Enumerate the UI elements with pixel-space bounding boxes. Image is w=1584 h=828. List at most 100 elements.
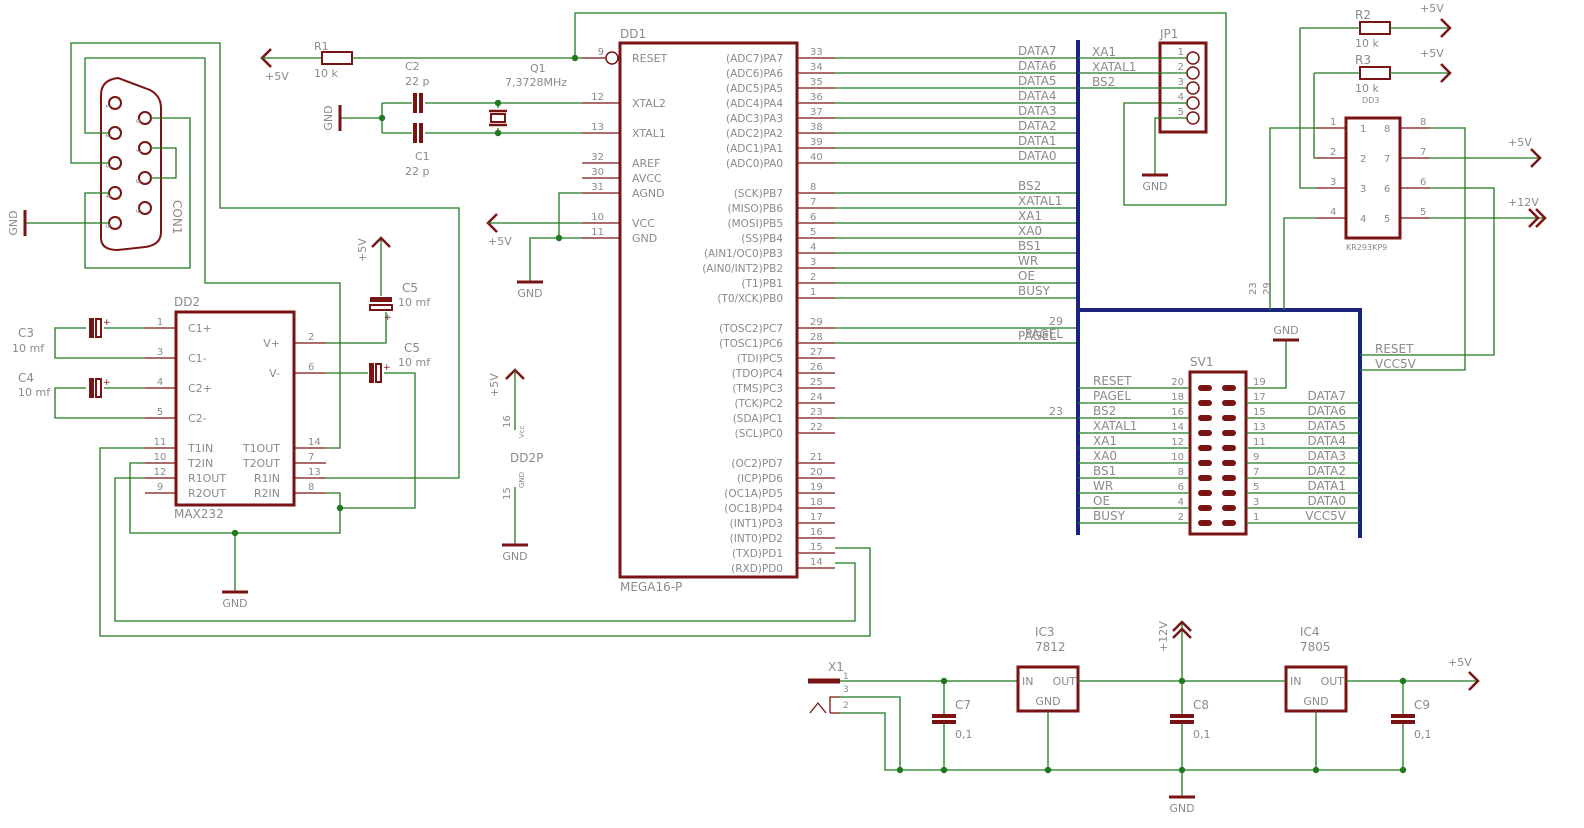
net-label: DATA7 — [1307, 389, 1346, 403]
net-label: BS2 — [1092, 75, 1115, 89]
pin-number: 23 — [810, 407, 823, 418]
pin-number: 2 — [810, 272, 816, 283]
pin-name: (TDO)PC4 — [732, 368, 784, 380]
pin-number: 3 — [810, 257, 816, 268]
pin-number: 2 — [308, 332, 314, 343]
pin-number: 1 — [104, 104, 112, 108]
pin-name: (ADC6)PA6 — [726, 68, 783, 80]
pin-name: (INT0)PD2 — [730, 533, 783, 545]
net-label: XA1 — [1092, 45, 1116, 59]
net-label: RESET — [1093, 374, 1132, 388]
wire — [1283, 217, 1316, 310]
resistor-symbol — [1359, 66, 1391, 80]
r2-value-label: 10 k — [1355, 37, 1379, 50]
pin-number: 11 — [154, 437, 167, 448]
crystal-icon — [490, 113, 506, 123]
dd2-value-label: MAX232 — [174, 507, 224, 521]
supply-label: +5V — [488, 235, 512, 248]
junction-dot — [896, 766, 904, 774]
pin-number: 12 — [1171, 437, 1184, 448]
pin-number: 38 — [810, 122, 823, 133]
net-label: XA1 — [1018, 209, 1042, 223]
ground-label: GND — [1142, 180, 1167, 193]
pin-number: 5 — [1384, 214, 1390, 225]
pin-number: 40 — [810, 152, 823, 163]
capacitor-plate — [370, 297, 392, 302]
pin-name: C1+ — [188, 322, 212, 335]
pin-number: 18 — [1171, 392, 1184, 403]
pin-number: 32 — [591, 152, 604, 163]
pin-number: 6 — [1178, 482, 1184, 493]
net-label: WR — [1093, 479, 1113, 493]
pin-name: (ADC0)PA0 — [726, 158, 783, 170]
c4-value-label: 10 mf — [18, 386, 51, 399]
pin-number: 10 — [591, 212, 604, 223]
q1-ref-label: Q1 — [530, 62, 546, 75]
net-label: 29 — [1262, 282, 1273, 295]
pin-name: Vcc — [518, 425, 526, 438]
net-label: DATA4 — [1307, 434, 1346, 448]
polarity-plus-icon: + — [103, 318, 111, 328]
net-label: DATA5 — [1307, 419, 1346, 433]
pin-name: (ADC1)PA1 — [726, 143, 783, 155]
pin-name: T1IN — [187, 442, 213, 455]
pin-number: 10 — [1171, 452, 1184, 463]
supply-label: +12V — [1508, 196, 1539, 209]
pin-number: 8 — [810, 182, 816, 193]
header-pad-icon — [1198, 385, 1212, 391]
supply-label: +5V — [1420, 2, 1444, 15]
header-pad-icon — [1198, 445, 1212, 451]
pin-number: 13 — [308, 467, 321, 478]
wire — [326, 312, 387, 344]
pin-name: (ADC7)PA7 — [726, 53, 783, 65]
pin-number: 2 — [1178, 512, 1184, 523]
pin-number: 15 — [1253, 407, 1266, 418]
pin-number: 16 — [810, 527, 823, 538]
ground-label: GND — [1273, 324, 1298, 337]
ground-label: GND — [7, 210, 20, 235]
net-label: BUSY — [1093, 509, 1126, 523]
header-pad-icon — [1198, 415, 1212, 421]
pin-number: 8 — [134, 179, 142, 183]
header-pad-icon — [1198, 460, 1212, 466]
pin-number: 9 — [157, 482, 163, 493]
pin-number: 18 — [810, 497, 823, 508]
header-pad-icon — [1222, 385, 1236, 391]
pin-name: (ADC2)PA2 — [726, 128, 783, 140]
pin-name: V+ — [263, 337, 280, 350]
junction-dot — [1044, 766, 1052, 774]
pin-number: 5 — [1420, 207, 1426, 218]
dd3-value-label: KR293KP9 — [1346, 243, 1387, 252]
pin-name: (OC1A)PD5 — [724, 488, 783, 500]
pin-number: 33 — [810, 47, 823, 58]
pin-name: R2OUT — [188, 487, 226, 500]
pin-number: 28 — [810, 332, 823, 343]
header-pad-icon — [1222, 460, 1236, 466]
pin-name: (SDA)PC1 — [733, 413, 783, 425]
c7-ref-label: C7 — [955, 698, 971, 712]
wire — [1360, 187, 1495, 356]
pin-name: T2OUT — [242, 457, 280, 470]
pin-name: V- — [269, 367, 280, 380]
r3-value-label: 10 k — [1355, 82, 1379, 95]
header-pad-icon — [1222, 490, 1236, 496]
dd3-ref-label: DD3 — [1362, 96, 1379, 105]
pin-number: 6 — [1420, 177, 1426, 188]
ground-label: GND — [322, 105, 335, 130]
pin-number: 6 — [1384, 184, 1390, 195]
header-pad-icon — [1198, 430, 1212, 436]
pin-name: (ADC4)PA4 — [726, 98, 783, 110]
wire — [529, 237, 582, 282]
pin-number: 15 — [502, 487, 513, 500]
x1-ref-label: X1 — [828, 660, 844, 674]
c3-value-label: 10 mf — [12, 342, 45, 355]
pin-number: 16 — [1171, 407, 1184, 418]
pin-number: 2 — [1178, 62, 1184, 73]
supply-label: +5V — [1420, 47, 1444, 60]
header-pin-icon — [1186, 51, 1200, 65]
pin-stub — [829, 696, 840, 713]
capacitor-plate — [369, 363, 374, 383]
pin-name: C2+ — [188, 382, 212, 395]
wire — [151, 147, 177, 179]
pin-number: 2 — [1360, 154, 1366, 165]
